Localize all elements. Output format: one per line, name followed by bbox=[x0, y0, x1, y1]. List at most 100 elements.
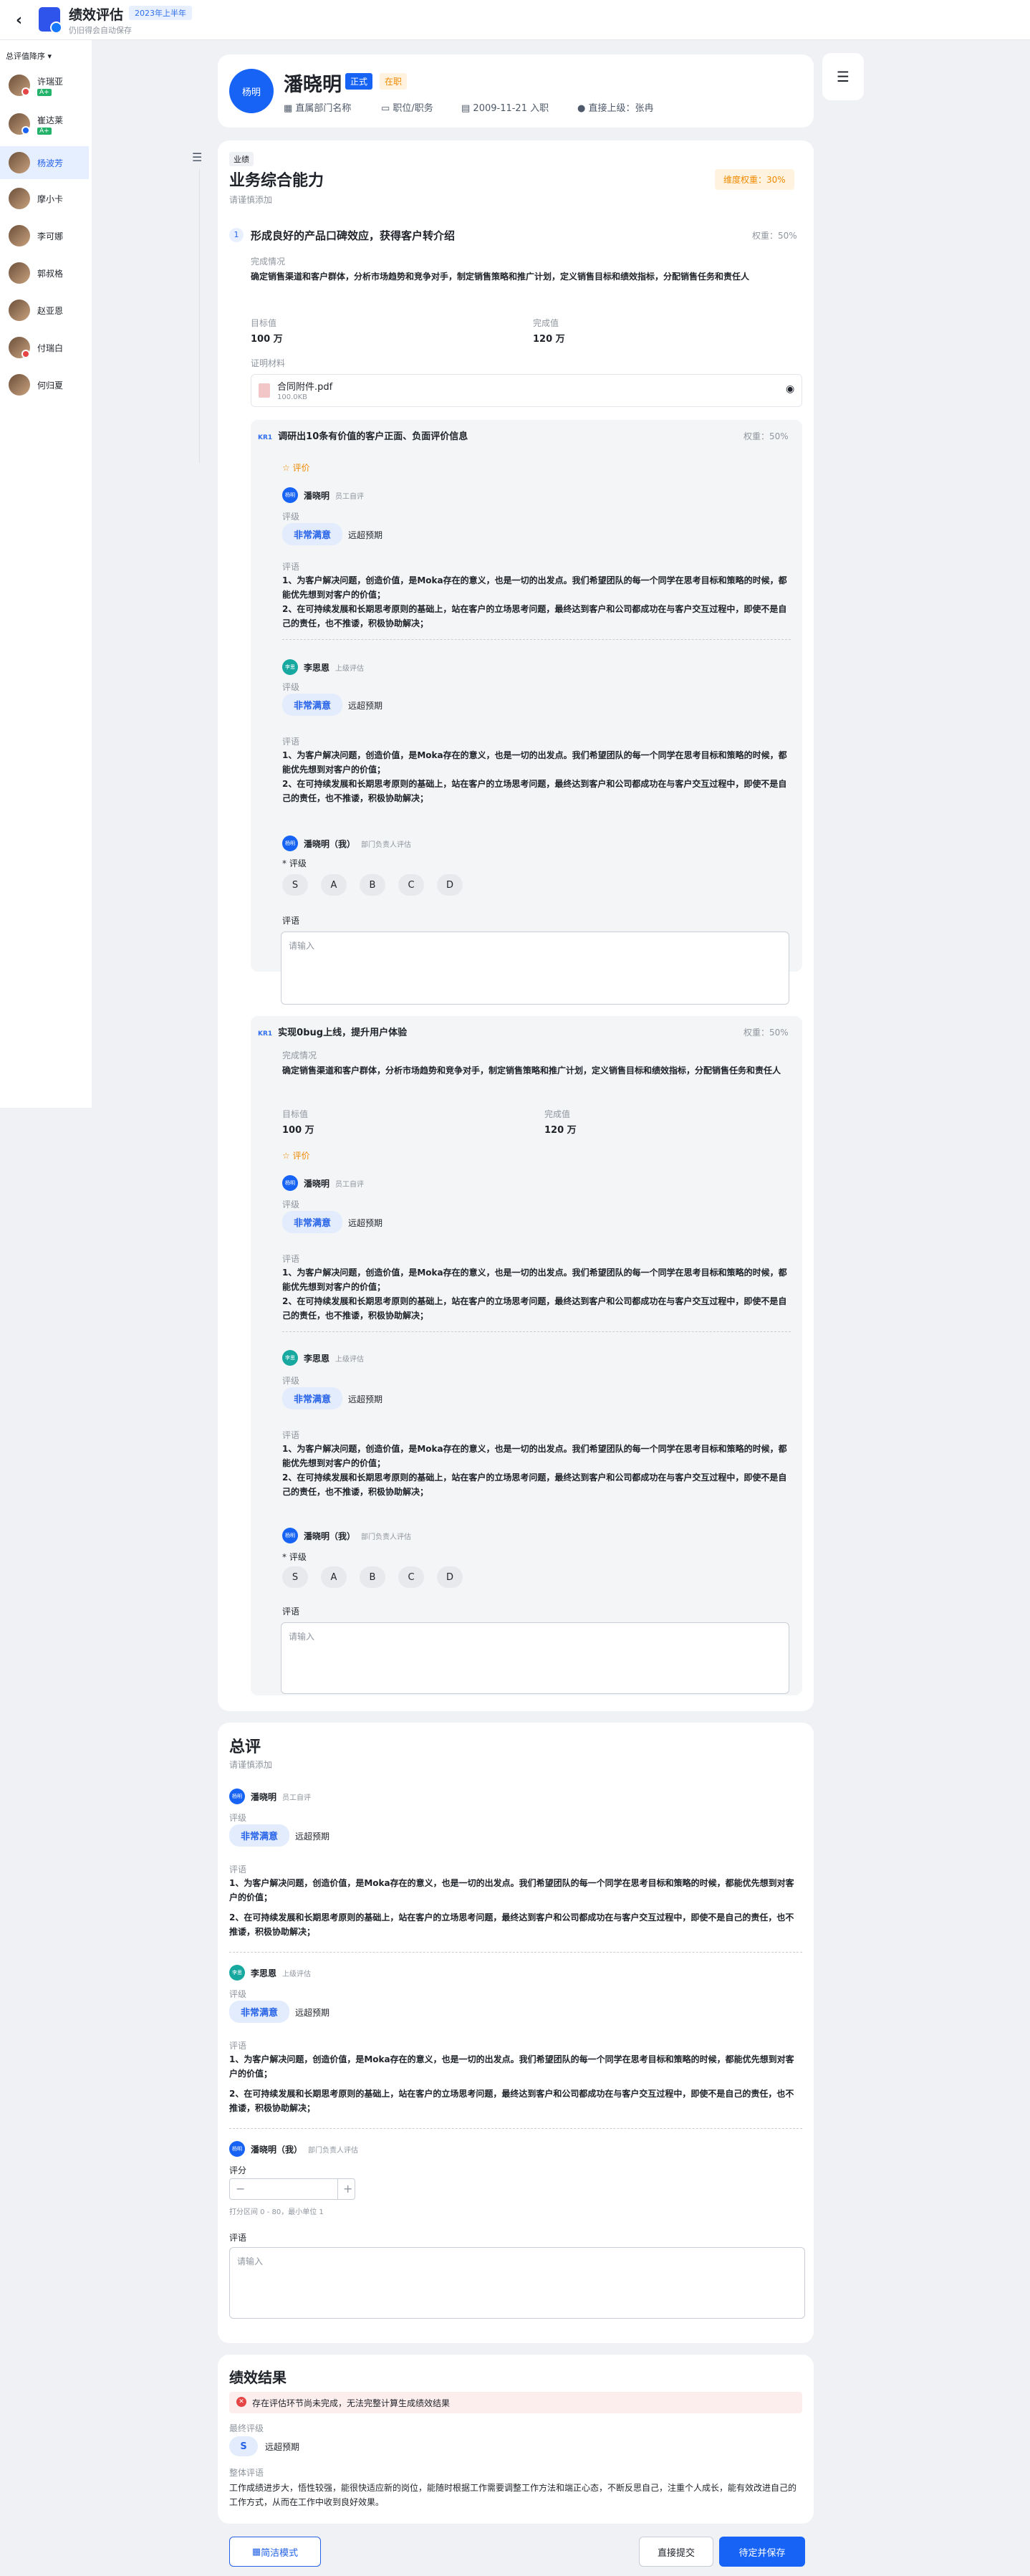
stepper-divider bbox=[337, 2179, 338, 2199]
sidebar-person[interactable]: 何归夏 bbox=[0, 368, 89, 401]
sidebar-person[interactable]: 摩小卡 bbox=[0, 182, 89, 215]
sidebar-person[interactable]: 赵亚恩 bbox=[0, 294, 89, 327]
placeholder: 请输入 bbox=[237, 2256, 264, 2266]
top-bar: ‹ 绩效评估 2023年上半年 仍旧得会自动保存 bbox=[0, 0, 1030, 40]
score-label: 评分 bbox=[229, 2165, 247, 2175]
divider bbox=[282, 639, 791, 640]
avatar bbox=[9, 300, 30, 321]
divider bbox=[282, 1331, 791, 1332]
actual-value: 120 万 bbox=[544, 1125, 577, 1136]
comment-1: 1、为客户解决问题，创造价值，是Moka存在的意义，也是一切的出发点。我们希望团… bbox=[229, 2054, 794, 2079]
reviewer-role: 部门负责人评估 bbox=[361, 1533, 412, 1541]
back-arrow-icon[interactable]: ‹ bbox=[16, 11, 22, 29]
grade-option-b[interactable]: B bbox=[360, 1566, 385, 1588]
simple-mode-button[interactable]: ▦ 简洁模式 bbox=[229, 2537, 321, 2567]
kr-weight: 权重：50% bbox=[743, 431, 789, 441]
reviewer-name: 李思恩 bbox=[304, 662, 330, 673]
toc-icon[interactable]: ☰ bbox=[192, 150, 202, 164]
grade-option-c[interactable]: C bbox=[398, 1566, 424, 1588]
score-stepper[interactable]: − + bbox=[229, 2178, 355, 2200]
sidebar-person[interactable]: 李可娜 bbox=[0, 219, 89, 252]
attachment[interactable]: 合同附件.pdf 100.0KB ◉ bbox=[251, 374, 802, 407]
sidebar-person[interactable]: 崔达莱 A+ bbox=[0, 107, 89, 140]
target-label: 目标值 bbox=[282, 1109, 309, 1119]
grade-tag: A+ bbox=[37, 88, 52, 96]
comment-textarea[interactable]: 请输入 bbox=[281, 1622, 789, 1694]
reviewer-avatar: 杨明 bbox=[282, 1175, 298, 1191]
comment-textarea[interactable]: 请输入 bbox=[229, 2247, 805, 2319]
overall-label: 整体评语 bbox=[229, 2468, 264, 2478]
eye-icon[interactable]: ◉ bbox=[786, 383, 794, 395]
divider bbox=[229, 1952, 802, 1953]
done-label: 完成情况 bbox=[251, 257, 286, 267]
grade-option-a[interactable]: A bbox=[321, 1566, 347, 1588]
required-level-label: * 评级 bbox=[282, 1552, 307, 1562]
target-value: 100 万 bbox=[251, 334, 283, 345]
grade-selector: SABCD bbox=[282, 874, 476, 896]
grade-row: 非常满意 远超预期 bbox=[282, 1211, 382, 1233]
file-name: 合同附件.pdf bbox=[277, 382, 333, 393]
proof-label: 证明材料 bbox=[251, 358, 286, 368]
reviewer-role: 上级评估 bbox=[335, 664, 365, 673]
eval-header: ☆ 评价 bbox=[282, 1149, 310, 1162]
reviewer-avatar: 杨明 bbox=[229, 2141, 245, 2157]
grade-option-c[interactable]: C bbox=[398, 874, 424, 896]
submit-button[interactable]: 直接提交 bbox=[639, 2537, 713, 2567]
supervisor-reviewer: 李思 李思恩 上级评估 bbox=[229, 1965, 311, 1981]
kr-weight: 权重：50% bbox=[743, 1028, 789, 1038]
kr-title: KR1 实现0bug上线，提升用户体验 bbox=[258, 1025, 407, 1038]
grade-option-a[interactable]: A bbox=[321, 874, 347, 896]
grade-option-d[interactable]: D bbox=[437, 874, 463, 896]
error-icon: ✕ bbox=[236, 2397, 246, 2407]
joined-text: 2009-11-21 入职 bbox=[473, 103, 549, 114]
grade-note: 远超预期 bbox=[348, 530, 383, 540]
status-dot-icon bbox=[21, 87, 30, 96]
grade-chip: 非常满意 bbox=[229, 2001, 290, 2023]
person-name: 郭叔格 bbox=[37, 268, 64, 279]
section-title: 业务综合能力 bbox=[229, 172, 324, 190]
grade-option-d[interactable]: D bbox=[437, 1566, 463, 1588]
outline-toggle-icon[interactable]: ☰ bbox=[822, 53, 864, 100]
plus-icon[interactable]: + bbox=[343, 2182, 352, 2196]
calendar-icon: ▤ bbox=[461, 103, 473, 114]
employee-avatar: 杨明 bbox=[229, 69, 274, 113]
employee-card: 杨明 潘晓明 正式 在职 ▦ 直属部门名称 ▭ 职位/职务 ▤ 2009-11-… bbox=[218, 54, 814, 128]
grade-option-s[interactable]: S bbox=[282, 874, 308, 896]
result-section: 绩效结果 ✕ 存在评估环节尚未完成，无法完整计算生成绩效结果 最终评级 S 远超预… bbox=[218, 2355, 814, 2524]
sidebar-person[interactable]: 付瑞白 bbox=[0, 331, 89, 364]
avatar bbox=[9, 113, 30, 135]
grade-option-b[interactable]: B bbox=[360, 874, 385, 896]
required-level-label: * 评级 bbox=[282, 858, 307, 868]
avatar bbox=[9, 188, 30, 209]
sidebar-person-active[interactable]: 杨波芳 bbox=[0, 146, 89, 179]
save-button[interactable]: 待定并保存 bbox=[719, 2537, 805, 2567]
caret-down-icon: ▾ bbox=[47, 52, 52, 61]
grade-option-s[interactable]: S bbox=[282, 1566, 308, 1588]
grade-chip: 非常满意 bbox=[282, 523, 343, 545]
manager-info: ● 直接上级：张冉 bbox=[577, 100, 654, 114]
comment-2: 2、在可持续发展和长期思考原则的基础上，站在客户的立场思考问题，最终达到客户和公… bbox=[229, 2089, 794, 2113]
comment-label: 评语 bbox=[229, 2233, 247, 2243]
minus-icon[interactable]: − bbox=[236, 2182, 245, 2196]
goal-index: 1 bbox=[229, 228, 244, 242]
person-name: 赵亚恩 bbox=[37, 305, 64, 316]
sidebar-person[interactable]: 郭叔格 bbox=[0, 257, 89, 289]
kr-title-text: 实现0bug上线，提升用户体验 bbox=[278, 1028, 408, 1038]
summary-title: 总评 bbox=[229, 1738, 261, 1756]
goal-weight: 权重：50% bbox=[752, 231, 797, 241]
comment-2: 2、在可持续发展和长期思考原则的基础上，站在客户的立场思考问题，最终达到客户和公… bbox=[282, 1473, 787, 1497]
sort-dropdown[interactable]: 总评值降序 ▾ bbox=[6, 50, 52, 62]
comment-label: 评语 bbox=[282, 916, 300, 926]
level-label: 评级 bbox=[282, 1376, 300, 1386]
reviewer-name: 潘晓明（我） bbox=[304, 1531, 356, 1541]
comment-textarea[interactable]: 请输入 bbox=[281, 932, 789, 1005]
summary-hint: 请谨慎添加 bbox=[229, 1760, 273, 1770]
app-icon bbox=[39, 7, 62, 34]
kr-badge: KR1 bbox=[258, 434, 273, 441]
goal-title: 形成良好的产品口碑效应，获得客户转介绍 bbox=[251, 229, 456, 242]
sidebar-person[interactable]: 许瑞亚 A+ bbox=[0, 69, 89, 102]
reviewer-name: 潘晓明（我） bbox=[251, 2144, 303, 2155]
avatar bbox=[9, 262, 30, 284]
person-name: 何归夏 bbox=[37, 380, 64, 391]
comment-1: 1、为客户解决问题，创造价值，是Moka存在的意义，也是一切的出发点。我们希望团… bbox=[282, 750, 787, 775]
